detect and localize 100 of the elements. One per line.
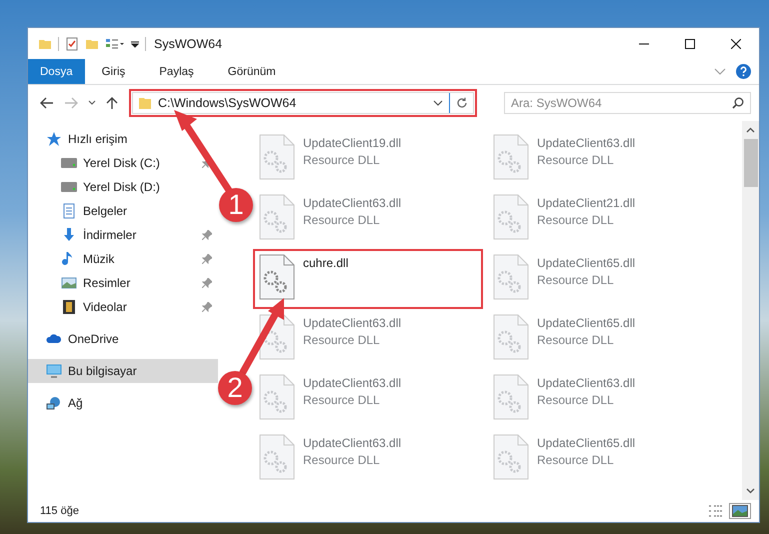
nav-item[interactable]: Ağ — [28, 391, 218, 415]
star-icon — [46, 131, 62, 147]
file-item[interactable]: UpdateClient65.dll Resource DLL — [489, 431, 715, 487]
nav-item-label: Videolar — [83, 300, 128, 314]
nav-item[interactable]: Yerel Disk (D:) — [28, 175, 218, 199]
expand-ribbon-icon[interactable] — [714, 68, 726, 76]
search-field[interactable]: Ara: SysWOW64 — [504, 92, 751, 114]
nav-item[interactable]: Videolar — [28, 295, 218, 319]
file-type: Resource DLL — [537, 333, 615, 347]
scroll-down-icon[interactable] — [746, 488, 755, 494]
nav-item-label: Müzik — [83, 252, 116, 266]
file-name: UpdateClient63.dll — [303, 436, 402, 450]
file-item[interactable]: UpdateClient63.dll Resource DLL — [489, 371, 715, 427]
dropdown-caret-icon[interactable] — [131, 38, 139, 48]
file-name: UpdateClient65.dll — [537, 316, 636, 330]
file-name: UpdateClient21.dll — [537, 196, 636, 210]
pin-icon[interactable] — [202, 278, 212, 288]
file-item[interactable]: UpdateClient65.dll Resource DLL — [489, 311, 715, 367]
address-path: C:\Windows\SysWOW64 — [158, 96, 298, 110]
nav-item[interactable]: Hızlı erişim — [28, 127, 218, 151]
nav-item-label: Ağ — [68, 396, 84, 410]
file-name: cuhre.dll — [303, 256, 348, 270]
scrollbar-thumb[interactable] — [744, 139, 758, 187]
file-name: UpdateClient65.dll — [537, 256, 636, 270]
file-item[interactable]: UpdateClient63.dll Resource DLL — [255, 311, 481, 367]
back-arrow-icon[interactable] — [40, 97, 54, 109]
dll-file-icon — [259, 434, 295, 480]
ribbon-tab[interactable]: Giriş — [84, 59, 142, 84]
file-item[interactable]: UpdateClient63.dll Resource DLL — [489, 131, 715, 187]
up-arrow-icon[interactable] — [106, 96, 118, 110]
dll-file-icon — [493, 374, 529, 420]
window-title: SysWOW64 — [154, 36, 222, 50]
pc-icon — [46, 363, 62, 379]
dll-file-icon — [493, 134, 529, 180]
nav-item-label: Resimler — [83, 276, 132, 290]
large-icons-view-button[interactable] — [729, 503, 751, 519]
dll-file-icon — [493, 254, 529, 300]
dll-file-icon — [259, 374, 295, 420]
vertical-scrollbar[interactable] — [742, 121, 759, 500]
search-icon — [732, 97, 744, 109]
file-type: Resource DLL — [303, 333, 381, 347]
nav-item-label: Belgeler — [83, 204, 128, 218]
ribbon-tab[interactable]: Görünüm — [210, 59, 293, 84]
drive-icon — [61, 155, 77, 171]
close-icon — [731, 38, 741, 48]
file-type: Resource DLL — [537, 273, 615, 287]
file-type: Resource DLL — [303, 453, 381, 467]
file-item[interactable]: cuhre.dll — [255, 251, 481, 307]
nav-item-label: OneDrive — [68, 332, 120, 346]
nav-item[interactable]: İndirmeler — [28, 223, 218, 247]
file-item[interactable]: UpdateClient63.dll Resource DLL — [255, 371, 481, 427]
video-icon — [61, 299, 77, 315]
pictures-icon — [61, 275, 77, 291]
file-name: UpdateClient65.dll — [537, 436, 636, 450]
file-name: UpdateClient63.dll — [303, 196, 402, 210]
nav-item[interactable]: Resimler — [28, 271, 218, 295]
nav-item-label: Hızlı erişim — [68, 132, 128, 146]
checkmark-document-icon[interactable] — [65, 36, 79, 50]
help-icon[interactable] — [736, 64, 751, 79]
drive-icon — [61, 179, 77, 195]
pin-icon[interactable] — [202, 254, 212, 264]
dll-file-icon — [493, 314, 529, 360]
properties-icon[interactable] — [105, 36, 125, 50]
dll-file-icon — [493, 194, 529, 240]
file-tab[interactable]: Dosya — [28, 59, 85, 84]
file-item[interactable]: UpdateClient65.dll Resource DLL — [489, 251, 715, 307]
dll-file-icon — [259, 254, 295, 300]
nav-item[interactable]: Müzik — [28, 247, 218, 271]
dll-file-icon — [259, 194, 295, 240]
download-icon — [61, 227, 77, 243]
dll-file-icon — [259, 134, 295, 180]
file-name: UpdateClient63.dll — [537, 376, 636, 390]
refresh-icon[interactable] — [456, 97, 468, 109]
file-name: UpdateClient63.dll — [303, 376, 402, 390]
file-item[interactable]: UpdateClient21.dll Resource DLL — [489, 191, 715, 247]
file-type: Resource DLL — [303, 393, 381, 407]
docs-icon — [61, 203, 77, 219]
nav-item[interactable]: Bu bilgisayar — [28, 359, 218, 383]
nav-item[interactable]: Yerel Disk (C:) — [28, 151, 218, 175]
ribbon-tab[interactable]: Paylaş — [142, 59, 211, 84]
file-name: UpdateClient63.dll — [537, 136, 636, 150]
recent-locations-caret-icon[interactable] — [88, 100, 96, 106]
nav-item[interactable]: Belgeler — [28, 199, 218, 223]
item-count: 115 öğe — [40, 505, 79, 517]
file-type: Resource DLL — [537, 393, 615, 407]
maximize-icon — [685, 38, 695, 48]
address-bar[interactable]: C:\Windows\SysWOW64 — [132, 92, 474, 114]
pin-icon[interactable] — [202, 302, 212, 312]
file-type: Resource DLL — [537, 453, 615, 467]
nav-item-label: İndirmeler — [83, 228, 138, 242]
file-item[interactable]: UpdateClient19.dll Resource DLL — [255, 131, 481, 187]
dropdown-caret-icon[interactable] — [433, 100, 443, 106]
nav-item[interactable]: OneDrive — [28, 327, 218, 351]
scroll-up-icon[interactable] — [746, 127, 755, 133]
minimize-icon — [639, 42, 649, 44]
file-item[interactable]: UpdateClient63.dll Resource DLL — [255, 431, 481, 487]
file-type: Resource DLL — [537, 153, 615, 167]
pin-icon[interactable] — [202, 230, 212, 240]
file-item[interactable]: UpdateClient63.dll Resource DLL — [255, 191, 481, 247]
folder-icon — [138, 96, 152, 110]
